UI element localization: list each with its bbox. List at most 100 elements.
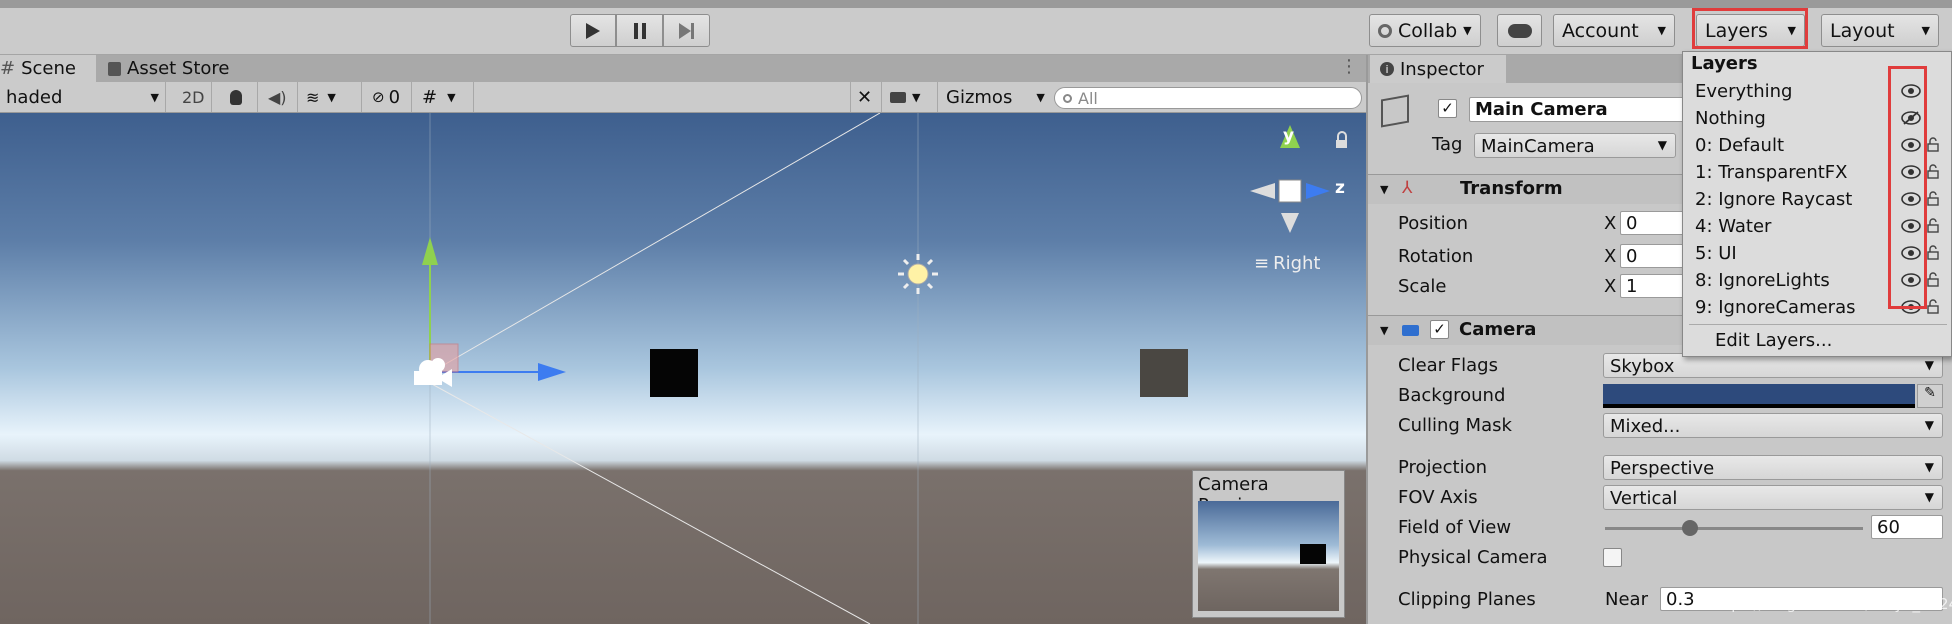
layer-item-label: 5: UI xyxy=(1695,243,1737,264)
effects-icon: ≋ xyxy=(306,87,320,107)
collab-icon xyxy=(1378,23,1392,38)
chevron-down-icon: ▼ xyxy=(447,90,456,104)
camera-enabled-checkbox[interactable]: ✓ xyxy=(1430,320,1449,339)
collab-label: Collab xyxy=(1398,19,1458,42)
collapse-arrow-icon[interactable]: ▼ xyxy=(1380,183,1388,196)
camera-dropdown[interactable]: ▼ xyxy=(884,82,938,112)
chevron-down-icon: ▼ xyxy=(1657,24,1666,37)
info-icon: i xyxy=(1380,62,1394,76)
cube-object xyxy=(1140,349,1188,397)
fov-slider-track[interactable] xyxy=(1605,527,1863,530)
layout-button[interactable]: Layout ▼ xyxy=(1821,14,1939,47)
fov-slider-thumb[interactable] xyxy=(1682,520,1699,536)
culling-mask-dropdown[interactable]: Mixed... ▼ xyxy=(1603,413,1943,438)
account-label: Account xyxy=(1562,19,1639,42)
lock-icon xyxy=(1336,131,1347,148)
chevron-down-icon: ▼ xyxy=(1036,90,1045,104)
pause-button[interactable] xyxy=(616,14,663,47)
gizmos-dropdown[interactable]: Gizmos ▼ xyxy=(940,82,1045,112)
scene-search-input[interactable]: All xyxy=(1054,87,1362,109)
projection-value: Perspective xyxy=(1610,458,1715,479)
shopping-bag-icon xyxy=(108,61,121,76)
fov-value-field[interactable]: 60 xyxy=(1871,515,1943,539)
lock-icon[interactable] xyxy=(1927,218,1939,233)
rotation-x-label: X xyxy=(1604,246,1617,267)
eye-column-highlight-box xyxy=(1888,66,1927,309)
camera-preview-image xyxy=(1198,501,1339,611)
lock-icon[interactable] xyxy=(1927,164,1939,179)
layer-item-label: 2: Ignore Raycast xyxy=(1695,189,1853,210)
transform-title: Transform xyxy=(1460,178,1563,199)
chevron-down-icon: ▼ xyxy=(1924,490,1934,504)
lighting-toggle[interactable] xyxy=(224,82,258,112)
scale-x-field[interactable]: 1 xyxy=(1620,274,1690,298)
tag-label: Tag xyxy=(1432,134,1463,155)
tab-inspector[interactable]: i Inspector xyxy=(1370,55,1506,83)
lock-icon[interactable] xyxy=(1927,272,1939,287)
scene-viewport[interactable]: y z ≡Right Camera Preview xyxy=(0,113,1366,624)
fov-axis-label: FOV Axis xyxy=(1398,487,1478,508)
eyedropper-icon[interactable]: ✎ xyxy=(1917,384,1943,408)
eye-hidden-icon: ⊘ xyxy=(372,88,385,106)
collapse-arrow-icon[interactable]: ▼ xyxy=(1380,324,1388,337)
tools-button[interactable]: ✕ xyxy=(850,82,882,112)
scene-drawing xyxy=(414,113,1347,624)
background-color-field[interactable] xyxy=(1603,384,1915,408)
view-label[interactable]: ≡ Right xyxy=(1254,253,1321,274)
audio-toggle[interactable]: ◀) xyxy=(262,82,298,112)
layer-item-label: 0: Default xyxy=(1695,135,1785,156)
chevron-down-icon: ▼ xyxy=(150,90,159,104)
cloud-button[interactable] xyxy=(1497,14,1542,47)
fov-axis-dropdown[interactable]: Vertical ▼ xyxy=(1603,485,1943,510)
tab-asset-store[interactable]: Asset Store xyxy=(108,55,248,82)
lock-icon[interactable] xyxy=(1927,191,1939,206)
camera-component-icon xyxy=(1402,325,1419,336)
active-checkbox[interactable]: ✓ xyxy=(1438,99,1457,118)
shading-mode-label: haded xyxy=(6,86,63,108)
hidden-count: 0 xyxy=(388,86,401,108)
step-button[interactable] xyxy=(663,14,710,47)
position-label: Position xyxy=(1398,213,1469,234)
frustum-line-top xyxy=(429,113,881,374)
move-gizmo-y-arrow xyxy=(422,237,438,265)
layer-item-label: 1: TransparentFX xyxy=(1695,162,1848,183)
background-label: Background xyxy=(1398,385,1506,406)
pause-icon xyxy=(633,22,646,39)
tag-dropdown[interactable]: MainCamera ▼ xyxy=(1474,133,1676,158)
scene-grid-icon: # xyxy=(0,58,16,79)
2d-toggle[interactable]: 2D xyxy=(176,82,212,112)
clipping-planes-label: Clipping Planes xyxy=(1398,589,1536,610)
search-icon xyxy=(1063,93,1072,103)
layer-item-label: Nothing xyxy=(1695,108,1766,129)
lock-icon[interactable] xyxy=(1927,299,1939,314)
transform-axes-icon: ⅄ xyxy=(1402,178,1413,198)
effects-dropdown[interactable]: ≋ ▼ xyxy=(300,82,362,112)
grid-dropdown[interactable]: # ▼ xyxy=(416,82,474,112)
object-name-field[interactable]: Main Camera xyxy=(1469,97,1689,122)
projection-dropdown[interactable]: Perspective ▼ xyxy=(1603,455,1943,480)
view-label-text: Right xyxy=(1273,253,1321,274)
position-x-label: X xyxy=(1604,213,1617,234)
position-x-field[interactable]: 0 xyxy=(1620,211,1690,235)
lock-icon[interactable] xyxy=(1927,245,1939,260)
layout-label: Layout xyxy=(1830,19,1895,42)
layer-item-label: 8: IgnoreLights xyxy=(1695,270,1830,291)
field-of-view-label: Field of View xyxy=(1398,517,1512,538)
near-label: Near xyxy=(1605,589,1648,610)
shading-mode-dropdown[interactable]: haded ▼ xyxy=(0,82,166,112)
wrench-icon: ✕ xyxy=(857,86,873,108)
projection-label: Projection xyxy=(1398,457,1488,478)
account-button[interactable]: Account ▼ xyxy=(1553,14,1675,47)
rotation-x-field[interactable]: 0 xyxy=(1620,244,1690,268)
chevron-down-icon: ▼ xyxy=(1924,358,1934,372)
scene-more-icon[interactable]: ⋮ xyxy=(1340,56,1358,77)
chevron-down-icon: ▼ xyxy=(327,90,336,104)
tab-scene[interactable]: # Scene xyxy=(0,55,96,82)
edit-layers-menu-item[interactable]: Edit Layers... xyxy=(1715,330,1832,351)
play-button[interactable] xyxy=(570,14,616,47)
lock-icon[interactable] xyxy=(1927,137,1939,152)
chevron-down-icon: ▼ xyxy=(1463,24,1472,37)
hidden-objects-toggle[interactable]: ⊘ 0 xyxy=(366,82,412,112)
collab-button[interactable]: Collab ▼ xyxy=(1369,14,1481,47)
physical-camera-checkbox[interactable] xyxy=(1603,548,1622,567)
